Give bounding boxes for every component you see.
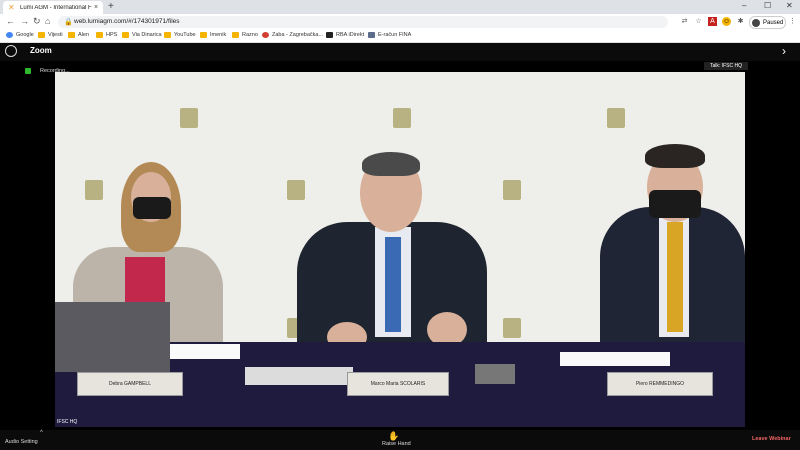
- backdrop-emblem: [85, 180, 103, 200]
- bookmark-folder-razno[interactable]: Razno: [232, 32, 258, 38]
- bookmark-folder-youtube[interactable]: YouTube: [164, 32, 196, 38]
- close-tab-icon[interactable]: ×: [94, 4, 98, 11]
- url-text: web.lumiagm.com/#/174301971/files: [74, 18, 180, 25]
- laptop: [55, 302, 170, 372]
- bookmark-folder-alen[interactable]: Alen: [68, 32, 89, 38]
- browser-tab[interactable]: ✕ Lumi AGM - International Federati ×: [3, 1, 103, 14]
- zoom-title: Zoom: [30, 46, 52, 55]
- audio-setting-button[interactable]: Audio Setting: [5, 439, 38, 445]
- bookmark-rba[interactable]: RBA iDirekt: [326, 32, 364, 38]
- bookmark-fina[interactable]: E-račun FINA: [368, 32, 411, 38]
- device: [475, 364, 515, 384]
- avatar: [752, 18, 760, 27]
- video-feed: Debra GAMPBELL Marco Maria SCOLARIS Pier…: [55, 72, 745, 427]
- bookmark-folder-via-dinarica[interactable]: Via Dinarica: [122, 32, 162, 38]
- folder-icon: [68, 32, 75, 38]
- zoom-controls: ^ Audio Setting ✋ Raise Hand Leave Webin…: [0, 430, 800, 450]
- back-arrow-icon[interactable]: ←: [6, 16, 15, 26]
- lock-icon: 🔒: [64, 19, 73, 26]
- backdrop-emblem: [393, 108, 411, 128]
- folder-icon: [200, 32, 207, 38]
- profile-status: Paused: [763, 19, 784, 26]
- bookmark-zaba[interactable]: Zaba - Zagrebačka...: [262, 32, 323, 38]
- backdrop-emblem: [503, 318, 521, 338]
- nameplate-right: Piero REMMEDINGO: [607, 372, 713, 396]
- papers: [170, 344, 240, 359]
- speaker-left-mask: [133, 197, 171, 219]
- bookmark-google-icon: [6, 32, 13, 38]
- raise-hand-button[interactable]: Raise Hand: [382, 441, 411, 447]
- extensions-puzzle-icon[interactable]: ✱: [736, 17, 745, 26]
- browser-toolbar: ← → ↻ ⌂ 🔒 web.lumiagm.com/#/174301971/fi…: [0, 14, 800, 30]
- speaker-right-mask: [649, 190, 701, 218]
- nameplate-left: Debra GAMPBELL: [77, 372, 183, 396]
- chevron-right-icon[interactable]: ›: [782, 44, 786, 58]
- talking-indicator: Talk: IFSC HQ: [704, 62, 748, 70]
- speaker-right-tie: [667, 222, 683, 332]
- audio-options-caret-icon[interactable]: ^: [40, 430, 43, 436]
- bookmarks-bar: Google Vijesti Alen HPS Via Dinarica You…: [0, 30, 800, 43]
- zaba-icon: [262, 32, 269, 38]
- extension-adobe-icon[interactable]: A: [708, 17, 717, 26]
- address-bar[interactable]: 🔒 web.lumiagm.com/#/174301971/files: [58, 16, 668, 28]
- bookmark-folder-vijesti[interactable]: Vijesti: [38, 32, 63, 38]
- new-tab-button[interactable]: +: [108, 1, 114, 13]
- fina-icon: [368, 32, 375, 38]
- lumi-favicon-icon: ✕: [8, 2, 15, 12]
- backdrop-emblem: [503, 180, 521, 200]
- translate-icon[interactable]: ⇄: [680, 17, 689, 26]
- folder-icon: [122, 32, 129, 38]
- speaker-right-hair: [645, 144, 705, 168]
- tab-title: Lumi AGM - International Federati: [20, 4, 92, 11]
- bookmark-folder-imenik[interactable]: Imenik: [200, 32, 226, 38]
- laptop-right: [245, 367, 353, 385]
- backdrop-emblem: [607, 108, 625, 128]
- papers: [560, 352, 670, 366]
- bookmark-google[interactable]: Google: [6, 32, 34, 38]
- folder-icon: [96, 32, 103, 38]
- forward-arrow-icon[interactable]: →: [20, 16, 29, 26]
- participant-name-label: IFSC HQ: [57, 419, 78, 425]
- speaker-center-tie: [385, 237, 401, 332]
- security-shield-icon: [25, 68, 31, 74]
- browser-tab-strip: ✕ Lumi AGM - International Federati × + …: [0, 0, 800, 14]
- rba-icon: [326, 32, 333, 38]
- close-window-button[interactable]: ✕: [786, 1, 793, 10]
- folder-icon: [38, 32, 45, 38]
- nameplate-center: Marco Maria SCOLARIS: [347, 372, 449, 396]
- zoom-header: Zoom ›: [0, 43, 800, 61]
- speaker-center-hair: [362, 152, 420, 176]
- backdrop-emblem: [180, 108, 198, 128]
- broadcast-icon: [5, 45, 17, 57]
- reload-icon[interactable]: ↻: [33, 16, 41, 27]
- bookmark-star-icon[interactable]: ☆: [694, 17, 703, 26]
- home-icon[interactable]: ⌂: [45, 16, 50, 26]
- folder-icon: [232, 32, 239, 38]
- extension-smile-icon[interactable]: ☺: [722, 17, 731, 26]
- minimize-button[interactable]: –: [742, 1, 746, 10]
- menu-kebab-icon[interactable]: ⋮: [788, 17, 797, 26]
- backdrop-emblem: [287, 180, 305, 200]
- bookmark-folder-hps[interactable]: HPS: [96, 32, 117, 38]
- leave-webinar-button[interactable]: Leave Webinar: [752, 436, 791, 442]
- raise-hand-icon[interactable]: ✋: [388, 431, 400, 441]
- folder-icon: [164, 32, 171, 38]
- profile-button[interactable]: Paused: [749, 16, 786, 29]
- maximize-button[interactable]: ☐: [764, 1, 771, 10]
